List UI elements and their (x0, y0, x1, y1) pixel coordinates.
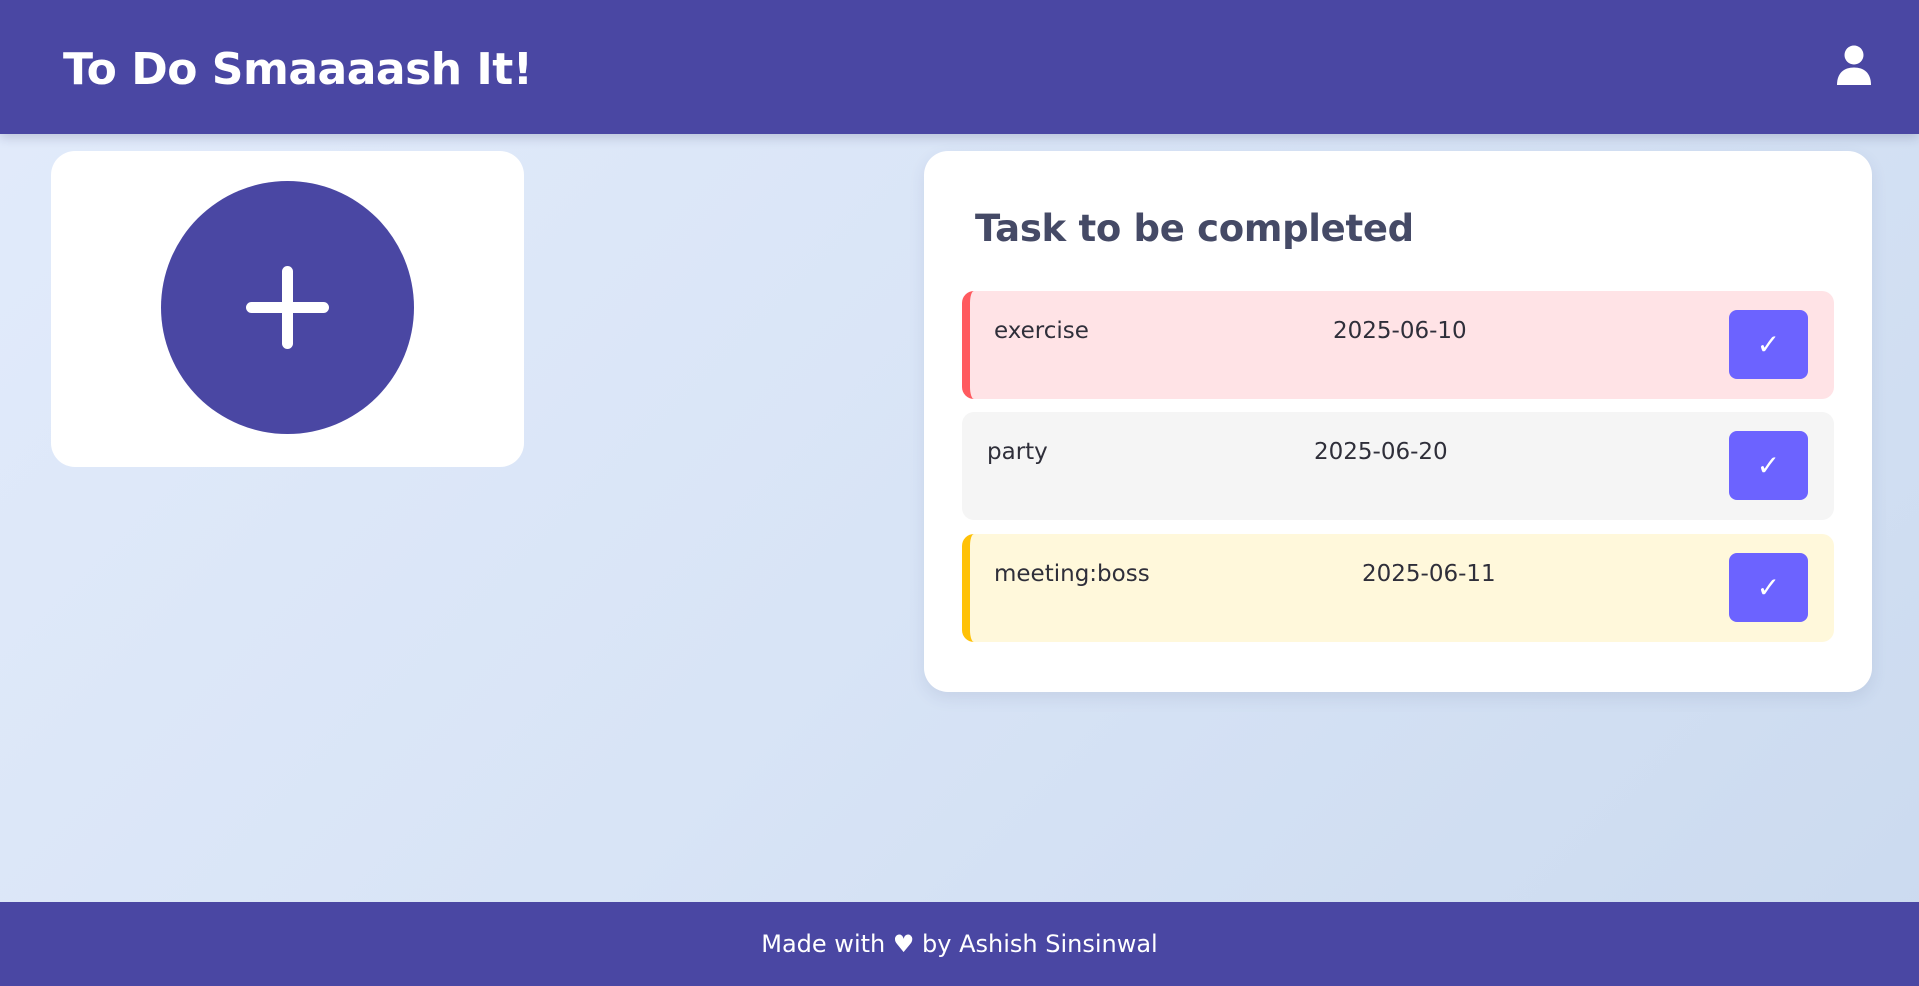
app-footer: Made with ♥ by Ashish Sinsinwal (0, 902, 1919, 986)
user-icon[interactable] (1836, 45, 1872, 85)
complete-task-button[interactable]: ✓ (1729, 431, 1808, 500)
panel-title: Task to be completed (975, 207, 1414, 250)
task-name: meeting:boss (994, 561, 1150, 587)
task-name: exercise (994, 318, 1089, 344)
app-title: To Do Smaaaash It! (63, 44, 533, 95)
task-row: exercise 2025-06-10 ✓ (962, 291, 1834, 399)
task-panel: Task to be completed exercise 2025-06-10… (924, 151, 1872, 692)
add-task-button[interactable] (161, 181, 414, 434)
task-date: 2025-06-20 (1314, 439, 1448, 465)
task-date: 2025-06-11 (1362, 561, 1496, 587)
add-task-card (51, 151, 524, 467)
footer-credit: Made with ♥ by Ashish Sinsinwal (761, 930, 1158, 958)
task-name: party (987, 439, 1048, 465)
complete-task-button[interactable]: ✓ (1729, 310, 1808, 379)
app-header: To Do Smaaaash It! (0, 0, 1919, 134)
task-row: party 2025-06-20 ✓ (962, 412, 1834, 520)
plus-icon (246, 266, 329, 349)
task-row: meeting:boss 2025-06-11 ✓ (962, 534, 1834, 642)
task-date: 2025-06-10 (1333, 318, 1467, 344)
complete-task-button[interactable]: ✓ (1729, 553, 1808, 622)
